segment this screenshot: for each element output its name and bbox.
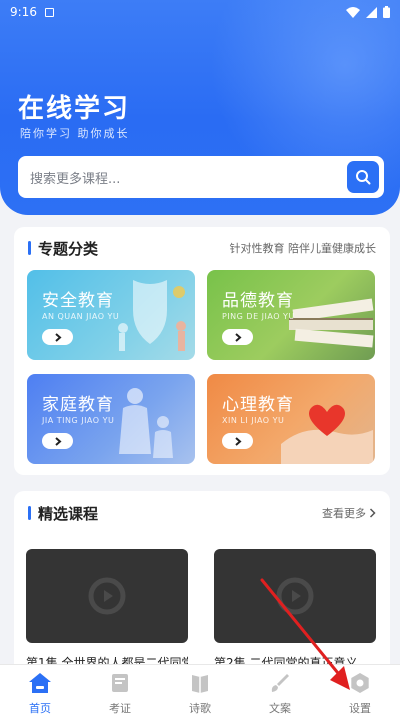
tab-copywriting[interactable]: 文案: [240, 665, 320, 725]
tab-label: 首页: [29, 702, 51, 715]
tab-label: 文案: [269, 702, 291, 715]
topic-tile-psychology[interactable]: 心理教育 XIN LI JIAO YU: [207, 374, 375, 464]
topic-enter-button[interactable]: [222, 329, 253, 345]
settings-icon: [351, 673, 369, 693]
topic-tile-safety[interactable]: 安全教育 AN QUAN JIAO YU: [27, 270, 195, 360]
tab-exam[interactable]: 考证: [80, 665, 160, 725]
topic-pinyin: JIA TING JIAO YU: [42, 416, 115, 425]
status-time: 9:16: [10, 5, 37, 19]
tab-poetry[interactable]: 诗歌: [160, 665, 240, 725]
tab-settings[interactable]: 设置: [320, 665, 400, 725]
topic-pinyin: AN QUAN JIAO YU: [42, 312, 120, 321]
search-button[interactable]: [347, 161, 379, 193]
book-icon: [192, 675, 208, 693]
certificate-icon: [112, 674, 128, 692]
tab-label: 诗歌: [189, 702, 211, 715]
heart-hands-illustration-icon: [281, 404, 373, 464]
page-subtitle: 陪你学习 助你成长: [20, 127, 130, 140]
search-icon: [356, 170, 371, 185]
status-bar: 9:16: [0, 0, 400, 24]
topic-pinyin: XIN LI JIAO YU: [222, 416, 285, 425]
battery-icon: [383, 6, 390, 18]
chevron-right-icon: [234, 332, 242, 342]
section-marker: [28, 241, 31, 255]
course-video-thumbnail[interactable]: [214, 549, 376, 643]
featured-section: 精选课程 查看更多 第1集 全世界的人都是二代同堂 第2集 二代同堂的真正意义: [14, 491, 390, 691]
tab-label: 考证: [109, 702, 131, 715]
topic-title: 家庭教育: [42, 395, 114, 415]
wifi-icon: [346, 6, 360, 18]
topic-enter-button[interactable]: [42, 329, 73, 345]
search-bar[interactable]: 搜索更多课程...: [18, 156, 384, 198]
search-input[interactable]: 搜索更多课程...: [30, 168, 120, 187]
signal-icon: [366, 6, 377, 18]
topic-title: 心理教育: [222, 395, 294, 415]
notification-icon: [44, 7, 54, 17]
chevron-right-icon: [369, 508, 376, 518]
chevron-right-icon: [54, 436, 62, 446]
course-video-thumbnail[interactable]: [26, 549, 188, 643]
topics-title: 专题分类: [38, 239, 99, 258]
topic-tile-morality[interactable]: 品德教育 PING DE JIAO YU: [207, 270, 375, 360]
play-icon: [88, 577, 126, 615]
chevron-right-icon: [54, 332, 62, 342]
section-marker: [28, 506, 31, 520]
tab-label: 设置: [349, 702, 371, 715]
view-more-label: 查看更多: [322, 507, 366, 520]
page-title: 在线学习: [18, 94, 131, 124]
bottom-tab-bar: 首页 考证 诗歌 文案 设置: [0, 664, 400, 725]
topic-tile-family[interactable]: 家庭教育 JIA TING JIAO YU: [27, 374, 195, 464]
topic-pinyin: PING DE JIAO YU: [222, 312, 295, 321]
brush-icon: [271, 674, 289, 692]
topic-enter-button[interactable]: [222, 433, 253, 449]
topics-section: 专题分类 针对性教育 陪伴儿童健康成长 安全教育 AN QUAN JIAO YU…: [14, 227, 390, 475]
topic-title: 安全教育: [42, 291, 114, 311]
topic-enter-button[interactable]: [42, 433, 73, 449]
tab-home[interactable]: 首页: [0, 665, 80, 725]
home-icon: [29, 673, 51, 693]
featured-title: 精选课程: [38, 504, 99, 523]
chevron-right-icon: [234, 436, 242, 446]
play-icon: [276, 577, 314, 615]
topics-tagline: 针对性教育 陪伴儿童健康成长: [229, 242, 377, 255]
view-more-link[interactable]: 查看更多: [322, 505, 376, 521]
topic-title: 品德教育: [222, 291, 294, 311]
